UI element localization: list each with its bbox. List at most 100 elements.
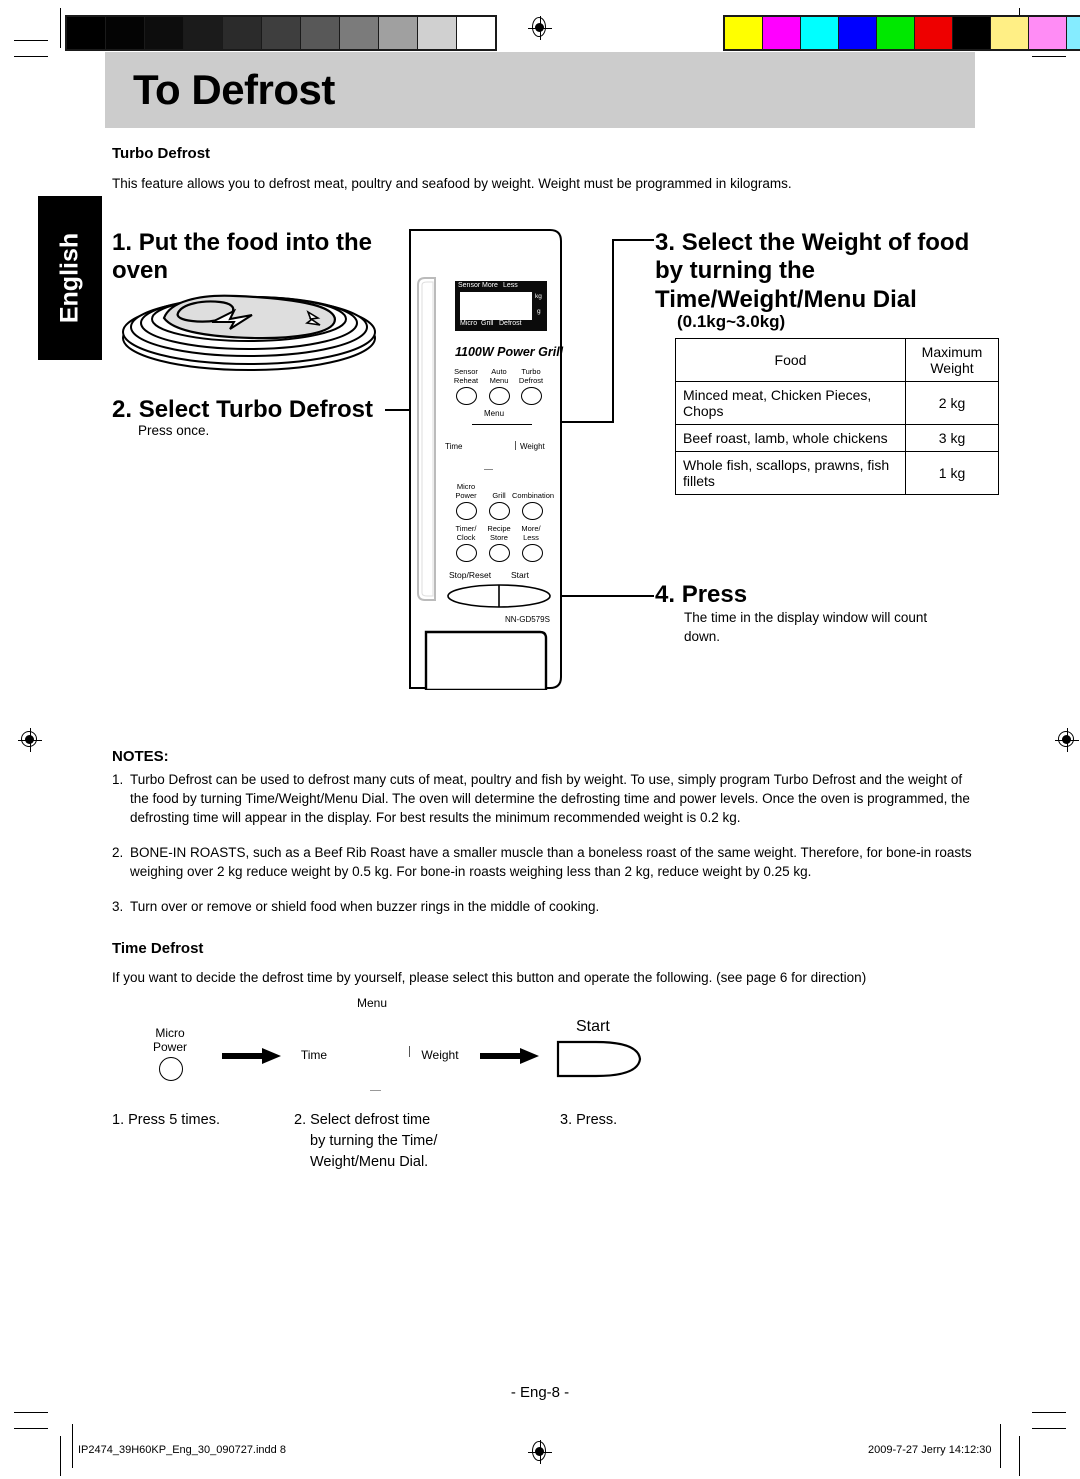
calibration-swatch-2 bbox=[145, 17, 183, 49]
flow-time-label: Time bbox=[300, 1048, 328, 1062]
calibration-swatch-4 bbox=[877, 17, 914, 49]
calibration-swatch-1 bbox=[763, 17, 800, 49]
flow-micro-power-label: Micro Power bbox=[152, 1026, 187, 1055]
calibration-swatch-3 bbox=[839, 17, 876, 49]
display-indicator-sensor: Sensor bbox=[458, 282, 481, 289]
table-header-max-line1: Maximum bbox=[921, 344, 983, 360]
flow-start-button[interactable] bbox=[556, 1040, 642, 1078]
table-cell-food: Minced meat, Chicken Pieces, Chops bbox=[675, 381, 906, 425]
menu-group-rule bbox=[472, 424, 532, 426]
food-on-plate-illustration bbox=[122, 294, 376, 371]
step-1-number: 1. bbox=[112, 229, 133, 256]
registration-mark-bottom bbox=[528, 1440, 552, 1464]
step-3-title: Select the Weight of food by turning the… bbox=[655, 229, 970, 313]
leader-line-step-3 bbox=[612, 239, 654, 241]
calibration-swatch-5 bbox=[262, 17, 300, 49]
menu-group-label: Menu bbox=[484, 409, 505, 418]
step-4-heading: 4. Press bbox=[655, 581, 747, 609]
calibration-swatch-3 bbox=[184, 17, 222, 49]
button-auto-menu[interactable] bbox=[489, 387, 510, 405]
calibration-swatch-1 bbox=[106, 17, 144, 49]
button-grill[interactable] bbox=[489, 502, 510, 520]
button-turbo-defrost[interactable] bbox=[521, 387, 542, 405]
flow-arrow-2-icon bbox=[480, 1048, 539, 1064]
flow-start-label: Start bbox=[576, 1018, 610, 1035]
button-sensor-reheat[interactable] bbox=[456, 387, 477, 405]
stop-start-rocker-button[interactable] bbox=[446, 583, 552, 609]
crop-mark-right-bottom bbox=[1019, 1436, 1020, 1476]
table-header-max-line2: Weight bbox=[930, 360, 974, 376]
table-cell-max: 3 kg bbox=[905, 424, 999, 452]
calibration-swatch-8 bbox=[1029, 17, 1066, 49]
crop-mark-left-upper-h bbox=[14, 56, 48, 57]
control-panel-illustration: Sensor More Less Micro Grill Defrost kg … bbox=[408, 228, 564, 692]
step-3-weight-range: (0.1kg~3.0kg) bbox=[677, 312, 786, 331]
footer-rule-right bbox=[1000, 1424, 1001, 1468]
calibration-swatch-4 bbox=[223, 17, 261, 49]
registration-mark-top bbox=[528, 16, 552, 40]
note-number-3: 3. bbox=[112, 899, 124, 914]
dial-center-mark bbox=[484, 469, 493, 471]
table-header-food: Food bbox=[675, 338, 906, 382]
button-label-micro-power: Micro Power bbox=[455, 482, 477, 500]
button-recipe-store[interactable] bbox=[489, 544, 510, 562]
calibration-swatch-5 bbox=[915, 17, 952, 49]
display-unit-g: g bbox=[537, 308, 541, 315]
button-label-combination: Combination bbox=[511, 491, 555, 500]
display-indicator-more: More bbox=[482, 282, 498, 289]
button-label-more-less: More/ Less bbox=[521, 524, 541, 542]
table-header-row: Food Maximum Weight bbox=[675, 338, 999, 382]
flow-menu-label: Menu bbox=[356, 996, 388, 1010]
step-1-title: Put the food into the oven bbox=[112, 229, 372, 285]
display-unit-kg: kg bbox=[535, 293, 542, 300]
footer-rule-left bbox=[72, 1424, 73, 1468]
step-2-subnote: Press once. bbox=[138, 423, 210, 438]
button-combination[interactable] bbox=[522, 502, 543, 520]
crop-mark-left-lower-h bbox=[14, 1412, 48, 1413]
flow-step-3-caption: 3. Press. bbox=[560, 1112, 618, 1128]
note-text-3: Turn over or remove or shield food when … bbox=[130, 899, 600, 914]
table-cell-food: Whole fish, scallops, prawns, fish fille… bbox=[675, 451, 906, 495]
button-label-auto-menu: Auto Menu bbox=[489, 367, 509, 385]
table-cell-max: 1 kg bbox=[905, 451, 999, 495]
calibration-swatch-7 bbox=[991, 17, 1028, 49]
calibration-swatch-8 bbox=[379, 17, 417, 49]
button-label-grill: Grill bbox=[492, 491, 506, 500]
footer-timestamp: 2009-7-27 Jerry 14:12:30 bbox=[868, 1444, 992, 1456]
display-indicator-grill: Grill bbox=[481, 320, 494, 327]
maximum-weight-table: Food Maximum Weight Minced meat, Chicken… bbox=[675, 338, 999, 495]
calibration-swatch-6 bbox=[301, 17, 339, 49]
note-number-1: 1. bbox=[112, 772, 124, 787]
crop-mark-left-bottom bbox=[60, 1436, 61, 1476]
registration-mark-left bbox=[18, 728, 42, 752]
turbo-defrost-intro: This feature allows you to defrost meat,… bbox=[112, 176, 792, 191]
dial-tick bbox=[515, 441, 517, 450]
button-timer-clock[interactable] bbox=[456, 544, 477, 562]
registration-mark-right bbox=[1055, 728, 1079, 752]
step-2-number: 2. bbox=[112, 396, 133, 423]
turbo-defrost-heading: Turbo Defrost bbox=[112, 145, 211, 162]
time-defrost-intro: If you want to decide the defrost time b… bbox=[112, 970, 867, 985]
button-micro-power[interactable] bbox=[456, 502, 477, 520]
step-3-number: 3. bbox=[655, 229, 676, 256]
time-defrost-heading: Time Defrost bbox=[112, 940, 204, 957]
table-row: Minced meat, Chicken Pieces, Chops 2 kg bbox=[675, 381, 999, 425]
note-text-1: Turbo Defrost can be used to defrost man… bbox=[130, 772, 970, 826]
calibration-swatch-0 bbox=[67, 17, 105, 49]
calibration-swatch-6 bbox=[953, 17, 990, 49]
control-panel-model-name: 1100W Power Grill bbox=[455, 345, 564, 359]
crop-mark-left-top bbox=[60, 8, 61, 48]
crop-mark-left-top-h bbox=[14, 40, 48, 41]
control-panel-model-number: NN-GD579S bbox=[505, 615, 550, 624]
flow-dial-center-mark bbox=[370, 1090, 381, 1092]
flow-micro-power-button[interactable] bbox=[159, 1057, 183, 1081]
table-row: Beef roast, lamb, whole chickens 3 kg bbox=[675, 424, 999, 452]
table-cell-max: 2 kg bbox=[905, 381, 999, 425]
crop-mark-right-upper-h bbox=[1032, 56, 1066, 57]
color-calibration-bar bbox=[723, 15, 1080, 51]
notes-title: NOTES: bbox=[112, 748, 169, 765]
leader-line-step-3-riser bbox=[612, 239, 614, 423]
table-cell-food: Beef roast, lamb, whole chickens bbox=[675, 424, 906, 452]
flow-step-1-caption: 1. Press 5 times. bbox=[112, 1112, 220, 1128]
button-more-less[interactable] bbox=[522, 544, 543, 562]
